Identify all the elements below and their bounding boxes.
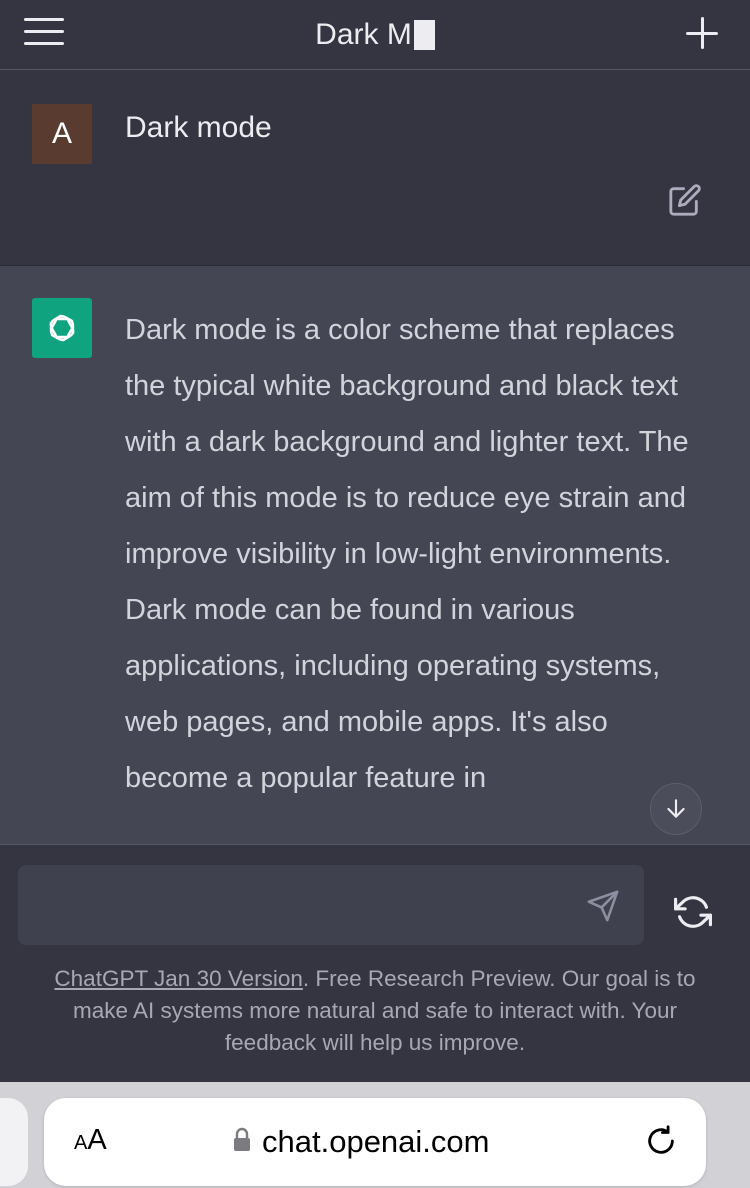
openai-logo-icon <box>32 298 92 358</box>
chat-title-wrap: Dark M <box>0 0 750 70</box>
reload-icon[interactable] <box>644 1124 680 1160</box>
paper-plane-icon[interactable] <box>586 889 622 925</box>
address-bar[interactable]: AA chat.openai.com <box>44 1098 706 1186</box>
user-avatar: A <box>32 104 92 164</box>
edit-icon[interactable] <box>668 183 702 217</box>
browser-toolbar: AA chat.openai.com <box>0 1082 750 1188</box>
scroll-down-arrow-icon[interactable] <box>650 783 702 835</box>
aa-small: A <box>74 1132 88 1154</box>
url-wrap: chat.openai.com <box>232 1120 489 1164</box>
user-message-text: Dark mode <box>125 111 272 144</box>
text-size-button[interactable]: AA <box>74 1124 107 1157</box>
assistant-message-text: Dark mode is a color scheme that replace… <box>125 314 689 794</box>
user-message: A Dark mode <box>0 71 750 266</box>
footer-disclaimer: ChatGPT Jan 30 Version. Free Research Pr… <box>30 963 720 1059</box>
new-chat-plus-icon[interactable] <box>682 13 722 53</box>
refresh-arrows-icon[interactable] <box>674 893 714 933</box>
message-input-box[interactable] <box>18 865 644 945</box>
aa-big: A <box>87 1124 107 1156</box>
composer-area: ChatGPT Jan 30 Version. Free Research Pr… <box>0 844 750 1082</box>
lock-icon <box>232 1127 252 1158</box>
top-bar: Dark M <box>0 0 750 70</box>
url-text: chat.openai.com <box>262 1124 490 1159</box>
typing-cursor <box>413 20 435 50</box>
chat-title: Dark M <box>315 18 412 51</box>
previous-tab-edge[interactable] <box>0 1098 28 1186</box>
assistant-message: Dark mode is a color scheme that replace… <box>0 266 750 844</box>
user-avatar-letter: A <box>51 117 72 150</box>
version-link[interactable]: ChatGPT Jan 30 Version <box>54 966 302 991</box>
message-input[interactable] <box>36 885 576 925</box>
